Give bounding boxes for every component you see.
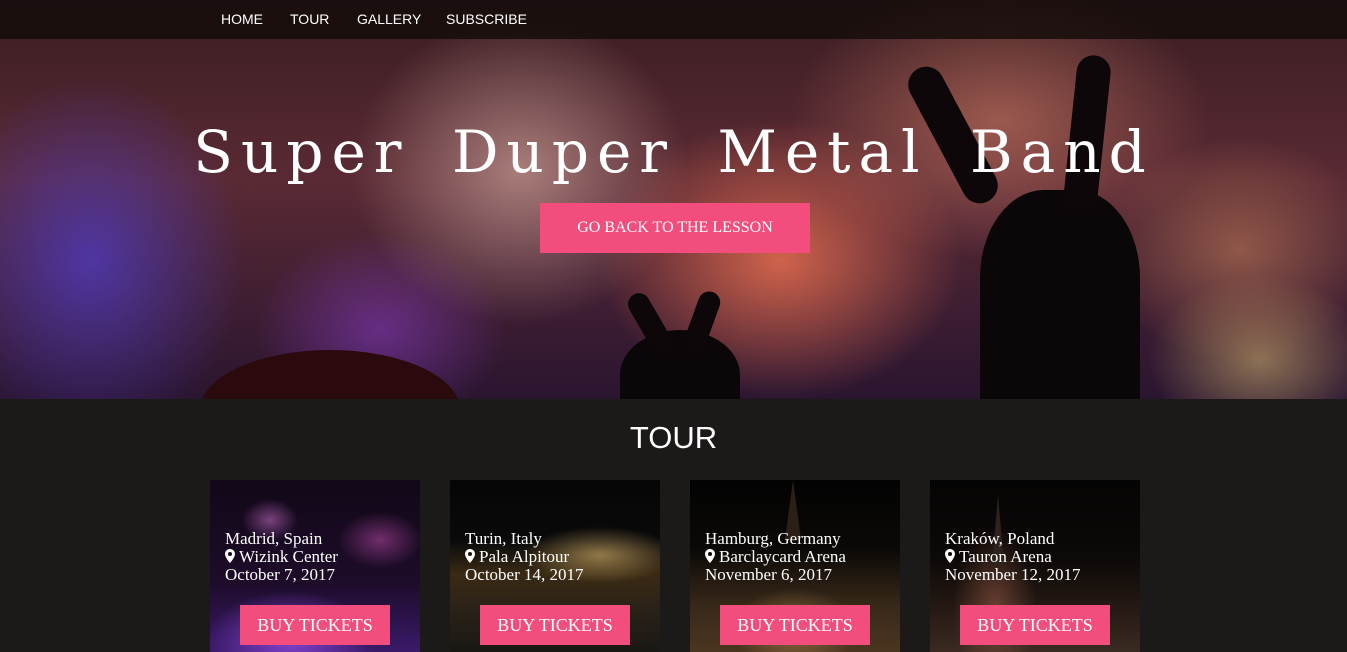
event-city: Madrid, Spain — [225, 529, 323, 548]
event-city: Turin, Italy — [465, 529, 542, 548]
event-venue-line: Tauron Arena — [945, 548, 1081, 566]
nav-home[interactable]: HOME — [221, 11, 263, 27]
event-date: November 6, 2017 — [705, 565, 833, 584]
band-title: Super Duper Metal Band — [193, 118, 1154, 186]
buy-tickets-button[interactable]: BUY TICKETS — [720, 605, 870, 645]
tour-card-madrid: Madrid, Spain Wizink Center October 7, 2… — [210, 480, 420, 652]
event-info: Turin, Italy Pala Alpitour October 14, 2… — [465, 530, 584, 584]
crowd-silhouette — [980, 190, 1140, 399]
event-date: October 14, 2017 — [465, 565, 584, 584]
map-pin-icon — [225, 549, 235, 563]
event-venue: Pala Alpitour — [479, 547, 570, 566]
tour-card-krakow: Kraków, Poland Tauron Arena November 12,… — [930, 480, 1140, 652]
tour-heading: TOUR — [629, 420, 718, 455]
crowd-silhouette — [620, 330, 740, 399]
event-info: Madrid, Spain Wizink Center October 7, 2… — [225, 530, 338, 584]
tour-card-turin: Turin, Italy Pala Alpitour October 14, 2… — [450, 480, 660, 652]
back-to-lesson-button[interactable]: GO BACK TO THE LESSON — [540, 203, 810, 253]
event-venue-line: Pala Alpitour — [465, 548, 584, 566]
map-pin-icon — [705, 549, 715, 563]
event-venue: Barclaycard Arena — [719, 547, 846, 566]
event-city: Kraków, Poland — [945, 529, 1055, 548]
nav-gallery[interactable]: GALLERY — [357, 11, 421, 27]
event-date: October 7, 2017 — [225, 565, 336, 584]
buy-tickets-button[interactable]: BUY TICKETS — [480, 605, 630, 645]
crowd-silhouette — [200, 350, 460, 399]
event-venue: Wizink Center — [239, 547, 338, 566]
event-info: Kraków, Poland Tauron Arena November 12,… — [945, 530, 1081, 584]
event-venue: Tauron Arena — [959, 547, 1052, 566]
nav-subscribe[interactable]: SUBSCRIBE — [446, 11, 527, 27]
map-pin-icon — [945, 549, 955, 563]
top-nav: HOME TOUR GALLERY SUBSCRIBE — [0, 0, 1347, 39]
tour-card-hamburg: Hamburg, Germany Barclaycard Arena Novem… — [690, 480, 900, 652]
event-venue-line: Wizink Center — [225, 548, 338, 566]
nav-tour[interactable]: TOUR — [290, 11, 329, 27]
event-date: November 12, 2017 — [945, 565, 1081, 584]
map-pin-icon — [465, 549, 475, 563]
event-city: Hamburg, Germany — [705, 529, 841, 548]
event-venue-line: Barclaycard Arena — [705, 548, 846, 566]
event-info: Hamburg, Germany Barclaycard Arena Novem… — [705, 530, 846, 584]
hero-banner: Super Duper Metal Band GO BACK TO THE LE… — [0, 0, 1347, 399]
buy-tickets-button[interactable]: BUY TICKETS — [960, 605, 1110, 645]
buy-tickets-button[interactable]: BUY TICKETS — [240, 605, 390, 645]
